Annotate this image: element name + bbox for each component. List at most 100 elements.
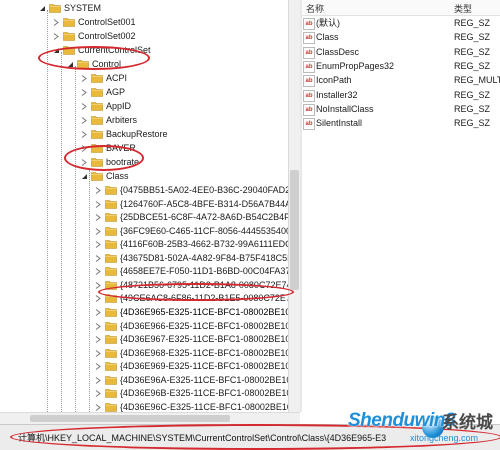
collapsed-arrow-icon[interactable] <box>94 389 102 397</box>
collapsed-arrow-icon[interactable] <box>80 116 88 124</box>
tree-node[interactable]: {25DBCE51-6C8F-4A72-8A6D-B54C2B4FC835} <box>94 210 288 224</box>
value-row[interactable]: ab SilentInstall REG_SZ <box>302 117 500 131</box>
collapsed-arrow-icon[interactable] <box>94 322 102 330</box>
expanded-arrow-icon[interactable] <box>52 46 60 54</box>
tree-node[interactable]: ACPI <box>80 71 127 85</box>
tree-node[interactable]: {49CE6AC8-6F86-11D2-B1E5-0080C72E74A2} <box>94 291 288 305</box>
tree-node-label: BackupRestore <box>106 129 168 139</box>
collapsed-arrow-icon[interactable] <box>94 254 102 262</box>
collapsed-arrow-icon[interactable] <box>80 130 88 138</box>
expanded-arrow-icon[interactable] <box>80 172 88 180</box>
collapsed-arrow-icon[interactable] <box>94 186 102 194</box>
collapsed-arrow-icon[interactable] <box>94 294 102 302</box>
scrollbar-thumb[interactable] <box>30 415 230 422</box>
expanded-arrow-icon[interactable] <box>66 60 74 68</box>
value-row[interactable]: ab NoInstallClass REG_SZ <box>302 103 500 116</box>
collapsed-arrow-icon[interactable] <box>80 74 88 82</box>
collapsed-arrow-icon[interactable] <box>94 362 102 370</box>
tree-node-label: AGP <box>106 87 126 97</box>
tree-node[interactable]: {4D36E968-E325-11CE-BFC1-08002BE10318} <box>94 346 288 360</box>
value-name: Installer32 <box>316 89 358 100</box>
tree-node[interactable]: {4658EE7E-F050-11D1-B6BD-00C04FA372A7} <box>94 264 288 278</box>
tree-node[interactable]: AGP <box>80 85 125 99</box>
string-value-icon: ab <box>303 89 315 102</box>
collapsed-arrow-icon[interactable] <box>80 88 88 96</box>
folder-icon <box>105 200 117 209</box>
string-value-icon: ab <box>303 32 315 45</box>
tree-node[interactable]: Arbiters <box>80 113 137 127</box>
tree-node[interactable]: {48721B56-6795-11D2-B1A8-0080C72E74A2} <box>94 278 288 292</box>
folder-icon <box>63 32 75 41</box>
tree-node-label: {4D36E96A-E325-11CE-BFC1-08002BE10318} <box>120 375 288 385</box>
tree-node-label: {43675D81-502A-4A82-9F84-B75F418C5DEA} <box>120 253 288 263</box>
tree-node[interactable]: {4D36E96A-E325-11CE-BFC1-08002BE10318} <box>94 373 288 387</box>
column-header-type[interactable]: 类型 <box>454 2 472 15</box>
tree-node[interactable]: {4D36E96C-E325-11CE-BFC1-08002BE10318} <box>94 400 288 412</box>
value-type: REG_SZ <box>454 60 491 71</box>
tree-node[interactable]: {4D36E965-E325-11CE-BFC1-08002BE10318} <box>94 305 288 319</box>
column-header-name[interactable]: 名称 <box>306 2 324 15</box>
collapsed-arrow-icon[interactable] <box>94 267 102 275</box>
tree-node[interactable]: bootrate <box>80 155 139 169</box>
tree-node[interactable]: {36FC9E60-C465-11CF-8056-444553540000} <box>94 224 288 238</box>
collapsed-arrow-icon[interactable] <box>52 32 60 40</box>
value-row[interactable]: ab EnumPropPages32 REG_SZ <box>302 60 500 73</box>
tree-horizontal-scrollbar[interactable] <box>0 412 300 424</box>
folder-icon <box>105 403 117 412</box>
string-value-icon: ab <box>303 75 315 88</box>
tree-node[interactable]: {4D36E96B-E325-11CE-BFC1-08002BE10318} <box>94 386 288 400</box>
collapsed-arrow-icon[interactable] <box>80 158 88 166</box>
folder-icon <box>91 144 103 153</box>
collapsed-arrow-icon[interactable] <box>94 349 102 357</box>
tree-node[interactable]: BackupRestore <box>80 127 168 141</box>
tree-node[interactable]: Class <box>80 169 129 183</box>
registry-tree-pane: SYSTEM ControlSet001 ControlSet002 CurrentC… <box>0 0 288 412</box>
collapsed-arrow-icon[interactable] <box>80 102 88 110</box>
value-name: (默认) <box>316 18 340 28</box>
value-row[interactable]: abIconPath REG_MULTI_ <box>302 74 500 88</box>
tree-node[interactable]: ControlSet001 <box>52 15 136 29</box>
value-row[interactable]: ab Class REG_SZ <box>302 31 500 45</box>
tree-node[interactable]: {0475BB51-5A02-4EE0-B36C-29040FAD2650} <box>94 183 288 197</box>
tree-node[interactable]: Control <box>66 57 121 71</box>
tree-node[interactable]: SYSTEM <box>38 1 101 15</box>
expanded-arrow-icon[interactable] <box>38 4 46 12</box>
value-row[interactable]: ab (默认) REG_SZ <box>302 17 500 30</box>
tree-node[interactable]: {4D36E966-E325-11CE-BFC1-08002BE10318} <box>94 319 288 333</box>
collapsed-arrow-icon[interactable] <box>94 335 102 343</box>
tree-node[interactable]: {1264760F-A5C8-4BFE-B314-D56A7B44A362} <box>94 197 288 211</box>
folder-icon <box>49 4 61 13</box>
collapsed-arrow-icon[interactable] <box>94 403 102 411</box>
tree-node[interactable]: AppID <box>80 99 131 113</box>
tree-guide-line <box>89 170 90 412</box>
tree-node-label: ACPI <box>106 73 128 83</box>
collapsed-arrow-icon[interactable] <box>94 240 102 248</box>
folder-icon <box>105 362 117 371</box>
collapsed-arrow-icon[interactable] <box>94 213 102 221</box>
folder-icon <box>91 172 103 181</box>
collapsed-arrow-icon[interactable] <box>94 200 102 208</box>
collapsed-arrow-icon[interactable] <box>52 18 60 26</box>
tree-node[interactable]: CurrentControlSet <box>52 43 151 57</box>
value-row[interactable]: ab Installer32 REG_SZ <box>302 89 500 102</box>
folder-icon <box>105 213 117 222</box>
folder-icon <box>63 46 75 55</box>
tree-node[interactable]: {4116F60B-25B3-4662-B732-99A6111EDC0B} <box>94 237 288 251</box>
value-name: NoInstallClass <box>316 103 374 114</box>
string-value-icon: ab <box>303 60 315 73</box>
collapsed-arrow-icon[interactable] <box>94 227 102 235</box>
value-row[interactable]: ab ClassDesc REG_SZ <box>302 46 500 59</box>
collapsed-arrow-icon[interactable] <box>94 281 102 289</box>
collapsed-arrow-icon[interactable] <box>94 376 102 384</box>
collapsed-arrow-icon[interactable] <box>80 144 88 152</box>
value-type: REG_MULTI_ <box>454 75 500 86</box>
scrollbar-thumb[interactable] <box>290 170 299 290</box>
tree-node[interactable]: BAVER <box>80 141 136 155</box>
tree-node[interactable]: {4D36E969-E325-11CE-BFC1-08002BE10318} <box>94 359 288 373</box>
collapsed-arrow-icon[interactable] <box>94 308 102 316</box>
tree-node-label: {4D36E969-E325-11CE-BFC1-08002BE10318} <box>120 361 288 371</box>
tree-node[interactable]: ControlSet002 <box>52 29 136 43</box>
tree-node[interactable]: {43675D81-502A-4A82-9F84-B75F418C5DEA} <box>94 251 288 265</box>
folder-icon <box>105 322 117 331</box>
tree-node[interactable]: {4D36E967-E325-11CE-BFC1-08002BE10318} <box>94 332 288 346</box>
